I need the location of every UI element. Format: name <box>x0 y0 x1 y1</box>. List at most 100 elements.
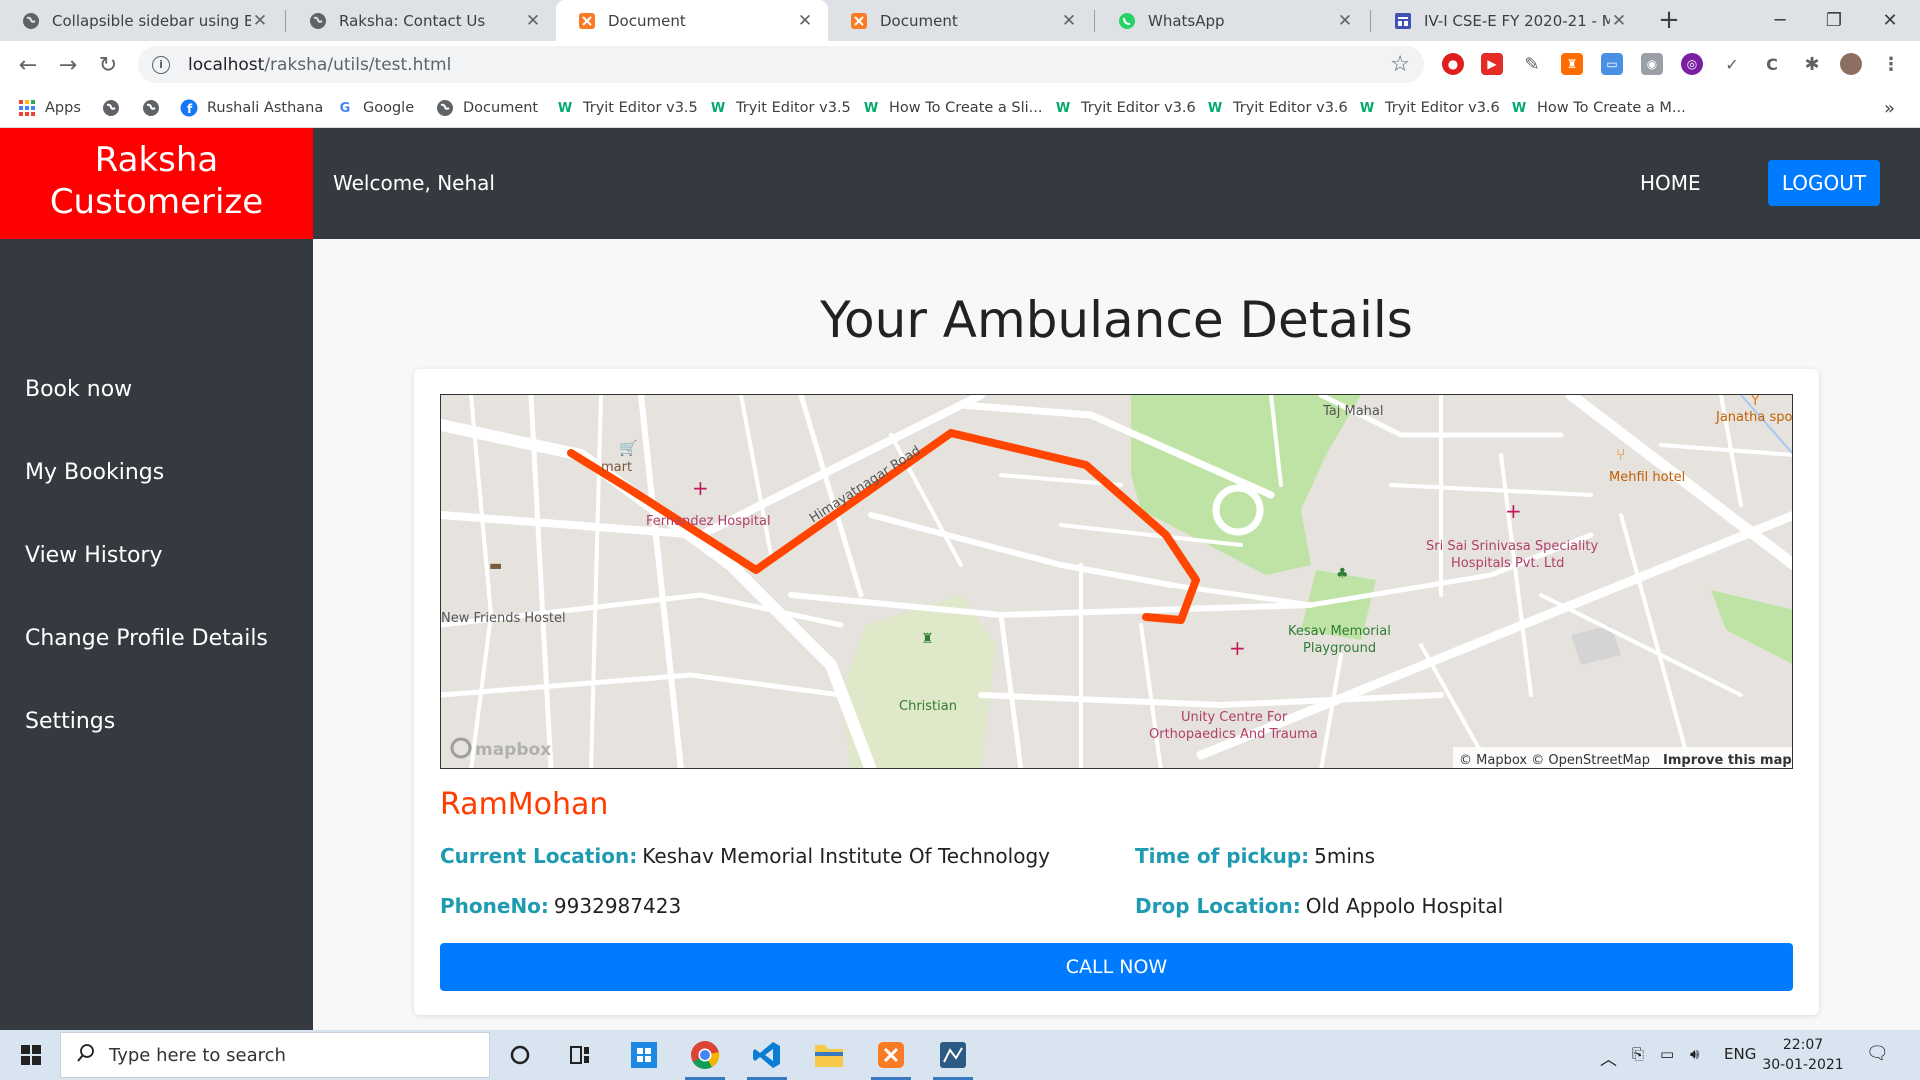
close-icon[interactable]: ✕ <box>1336 11 1354 31</box>
w3schools-icon: W <box>1359 100 1375 116</box>
tab-title: Document <box>880 11 958 30</box>
map-label-kesav-memorial: Kesav Memorial <box>1288 624 1391 639</box>
bookmark-tryit[interactable]: W Tryit Editor v3.5 <box>556 97 698 119</box>
mapbox-logo[interactable]: mapbox <box>475 740 551 760</box>
close-icon[interactable]: ✕ <box>796 11 814 31</box>
bookmark-tryit[interactable]: W Tryit Editor v3.5 <box>709 97 851 119</box>
w3schools-icon: W <box>863 100 879 116</box>
camera-extension-icon[interactable]: ◉ <box>1641 53 1663 75</box>
driver-name: RamMohan <box>440 787 609 822</box>
map-label-fernandez-hospital: Fernandez Hospital <box>646 514 771 529</box>
bookmark-label: Rushali Asthana <box>207 100 324 116</box>
current-location-label: Current Location: <box>440 844 638 868</box>
battery-icon[interactable]: ▭ <box>1660 1045 1674 1063</box>
xampp-app-icon[interactable] <box>867 1035 915 1080</box>
sidebar-item-settings[interactable]: Settings <box>25 709 115 734</box>
profile-avatar-icon[interactable] <box>1840 53 1862 75</box>
eyedropper-extension-icon[interactable]: ✎ <box>1521 53 1543 75</box>
notifications-icon[interactable]: 🗨︎ <box>1866 1043 1889 1064</box>
volume-icon[interactable]: 🔊︎ <box>1690 1045 1699 1063</box>
windows-start-icon[interactable] <box>10 1030 52 1080</box>
bookmark-label: Tryit Editor v3.6 <box>1233 100 1348 116</box>
bookmark-globe[interactable] <box>142 97 169 119</box>
battery-saver-icon[interactable]: ⎘ <box>1632 1045 1644 1063</box>
bookmark-star-icon[interactable]: ☆ <box>1390 52 1410 77</box>
tools-extension-icon[interactable]: ✓ <box>1721 53 1743 75</box>
browser-tab[interactable]: IV-I CSE-E FY 2020-21 - MINI ✕ <box>1372 0 1642 41</box>
home-link[interactable]: HOME <box>1640 171 1701 195</box>
sidebar-item-book-now[interactable]: Book now <box>25 377 132 402</box>
bookmark-tryit[interactable]: W Tryit Editor v3.6 <box>1054 97 1196 119</box>
address-bar[interactable]: i localhost/raksha/utils/test.html ☆ <box>138 46 1424 83</box>
bookmark-howto[interactable]: W How To Create a M... <box>1510 97 1686 119</box>
bookmark-globe[interactable] <box>102 97 129 119</box>
adblock-extension-icon[interactable]: ● <box>1442 53 1464 75</box>
restaurant-icon: ⑂ <box>1616 445 1626 464</box>
screen-extension-icon[interactable]: ▭ <box>1601 53 1623 75</box>
taskbar-clock[interactable]: 22:07 30-01-2021 <box>1758 1035 1848 1075</box>
bookmark-tryit[interactable]: W Tryit Editor v3.6 <box>1206 97 1348 119</box>
reload-icon[interactable]: ↻ <box>92 49 124 81</box>
sidebar-item-my-bookings[interactable]: My Bookings <box>25 460 164 485</box>
map-label-mart: mart <box>601 460 632 475</box>
w3schools-icon: W <box>1511 100 1527 116</box>
clock-time: 22:07 <box>1782 1037 1824 1053</box>
sidebar-item-change-profile[interactable]: Change Profile Details <box>25 626 268 651</box>
task-view-icon[interactable] <box>556 1035 604 1075</box>
color-extension-icon[interactable]: ◎ <box>1681 53 1703 75</box>
bookmark-label: How To Create a M... <box>1537 100 1686 116</box>
sidebar-item-view-history[interactable]: View History <box>25 543 162 568</box>
globe-icon <box>102 99 120 117</box>
code-extension-icon[interactable]: C <box>1761 53 1783 75</box>
map-attribution[interactable]: © Mapbox © OpenStreetMap <box>1459 753 1650 768</box>
info-icon[interactable]: i <box>152 55 170 74</box>
back-icon[interactable]: ← <box>12 49 44 81</box>
browser-tab[interactable]: WhatsApp ✕ <box>1096 0 1368 41</box>
restore-icon[interactable]: ❐ <box>1810 0 1858 41</box>
forward-icon[interactable]: → <box>52 49 84 81</box>
bookmark-label: Apps <box>45 100 81 116</box>
chrome-app-icon[interactable] <box>681 1035 729 1080</box>
browser-tab[interactable]: Document ✕ <box>828 0 1092 41</box>
bookmark-howto[interactable]: W How To Create a Sli... <box>862 97 1043 119</box>
hospital-icon: + <box>692 476 709 500</box>
mysql-workbench-app-icon[interactable] <box>929 1035 977 1080</box>
tray-chevron-icon[interactable]: ︿ <box>1600 1045 1617 1070</box>
browser-tab-active[interactable]: Document ✕ <box>556 0 828 41</box>
bookmark-document[interactable]: Document <box>436 97 538 119</box>
brand-line: Customerize <box>49 182 264 222</box>
store-app-icon[interactable] <box>620 1035 668 1075</box>
improve-map-link[interactable]: Improve this map <box>1663 753 1792 768</box>
puzzle-extensions-icon[interactable]: ✱ <box>1801 53 1823 75</box>
language-indicator[interactable]: ENG <box>1724 1045 1756 1063</box>
park-icon: ♣ <box>1336 566 1349 582</box>
browser-tab[interactable]: Raksha: Contact Us ✕ <box>287 0 556 41</box>
map-label-sri-sai: Hospitals Pvt. Ltd <box>1451 556 1564 571</box>
bookmark-rushali[interactable]: f Rushali Asthana <box>180 97 323 119</box>
call-now-button[interactable]: CALL NOW <box>440 943 1793 991</box>
close-icon[interactable]: ✕ <box>251 11 269 31</box>
more-bookmarks-icon[interactable]: » <box>1884 97 1895 119</box>
taskbar-search-input[interactable]: Type here to search <box>60 1032 490 1078</box>
logout-button[interactable]: LOGOUT <box>1768 160 1880 206</box>
brand-logo[interactable]: Raksha Customerize <box>0 128 313 239</box>
window-close-icon[interactable]: ✕ <box>1866 0 1914 41</box>
new-tab-button[interactable]: + <box>1654 6 1684 36</box>
file-explorer-app-icon[interactable] <box>805 1035 853 1075</box>
browser-tab[interactable]: Collapsible sidebar using Boo ✕ <box>0 0 283 41</box>
close-icon[interactable]: ✕ <box>1060 11 1078 31</box>
vscode-app-icon[interactable] <box>743 1035 791 1080</box>
url-host: localhost <box>188 54 265 75</box>
minimize-icon[interactable]: ─ <box>1756 0 1804 41</box>
bookmark-apps[interactable]: Apps <box>18 97 81 119</box>
close-icon[interactable]: ✕ <box>1610 11 1628 31</box>
menu-kebab-icon[interactable]: ⋮ <box>1880 53 1902 75</box>
close-icon[interactable]: ✕ <box>524 11 542 31</box>
bookmark-tryit[interactable]: W Tryit Editor v3.6 <box>1358 97 1500 119</box>
youtube-extension-icon[interactable]: ▶ <box>1481 53 1503 75</box>
bookmark-google[interactable]: G Google <box>336 97 414 119</box>
xampp-icon <box>850 12 868 30</box>
extension-icon[interactable]: ♜ <box>1561 53 1583 75</box>
cortana-icon[interactable] <box>496 1035 544 1075</box>
route-map[interactable]: 🛒 + + + ▬ ♣ ♜ ⑂ Y Taj Mahal Janatha spor… <box>440 394 1793 769</box>
